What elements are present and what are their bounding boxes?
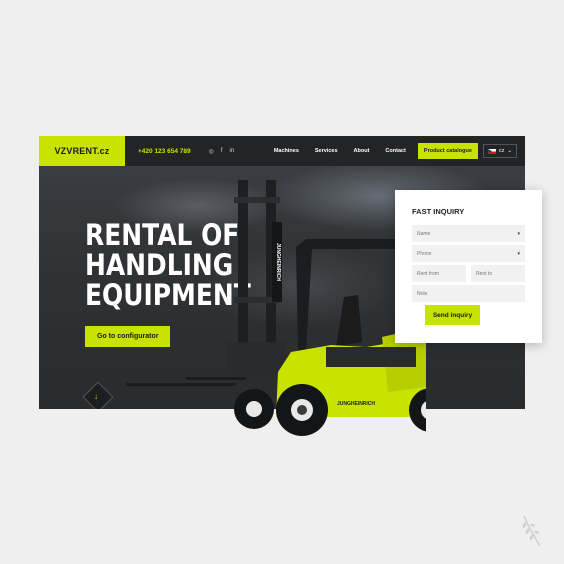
social-links: ◎ f in xyxy=(209,148,235,155)
front-wheel-center xyxy=(297,405,307,415)
leaf-ornament-icon xyxy=(522,515,541,547)
main-menu: Machines Services About Contact xyxy=(274,148,406,154)
language-selector[interactable]: cz ⌄ xyxy=(482,144,517,158)
rent-from-placeholder: Rent from xyxy=(417,270,439,277)
navbar: VZVRENT.cz +420 123 654 789 ◎ f in Machi… xyxy=(39,136,525,166)
note-placeholder: Note xyxy=(417,290,428,297)
phone-number[interactable]: +420 123 654 789 xyxy=(138,148,191,155)
inquiry-title: FAST INQUIRY xyxy=(412,207,465,216)
fork xyxy=(186,377,246,380)
facebook-icon[interactable]: f xyxy=(221,148,223,155)
logo-text: VZVRENT.cz xyxy=(54,146,110,156)
body-brand-text: JUNGHEINRICH xyxy=(337,401,375,407)
phone-placeholder: Phone xyxy=(417,250,432,257)
rent-from-field[interactable]: Rent from xyxy=(412,265,466,282)
body-panel xyxy=(326,347,416,367)
caret-down-icon: ▾ xyxy=(517,250,520,257)
chevron-down-icon: ⌄ xyxy=(507,148,512,154)
rent-to-placeholder: Rent to xyxy=(476,270,493,277)
logo[interactable]: VZVRENT.cz xyxy=(39,136,125,166)
linkedin-icon[interactable]: in xyxy=(230,148,235,155)
forklift-image: JUNGHEINRICH JUNGHEINRICH xyxy=(126,180,426,436)
czech-flag-icon xyxy=(487,148,496,154)
language-code: cz xyxy=(498,148,505,154)
menu-item-contact[interactable]: Contact xyxy=(385,148,405,154)
menu-item-about[interactable]: About xyxy=(354,148,370,154)
name-field[interactable]: Name ▾ xyxy=(412,225,525,242)
instagram-icon[interactable]: ◎ xyxy=(209,148,214,155)
caret-down-icon: ▾ xyxy=(517,230,520,237)
fork-wheel-hub xyxy=(246,401,262,417)
mast-brand-text: JUNGHEINRICH xyxy=(275,243,281,281)
name-placeholder: Name xyxy=(417,230,431,237)
arrow-down-icon: ↓ xyxy=(94,392,98,401)
phone-field[interactable]: Phone ▾ xyxy=(412,245,525,262)
note-field[interactable]: Note xyxy=(412,285,525,302)
menu-item-machines[interactable]: Machines xyxy=(274,148,299,154)
menu-item-services[interactable]: Services xyxy=(315,148,338,154)
send-inquiry-button[interactable]: Send inquiry xyxy=(425,305,480,325)
seat xyxy=(336,295,362,347)
fork xyxy=(126,383,236,386)
product-catalogue-button[interactable]: Product catalogue xyxy=(417,143,478,159)
mast-crossbar xyxy=(234,197,280,203)
fork-carriage xyxy=(226,342,286,382)
rent-to-field[interactable]: Rent to xyxy=(471,265,525,282)
